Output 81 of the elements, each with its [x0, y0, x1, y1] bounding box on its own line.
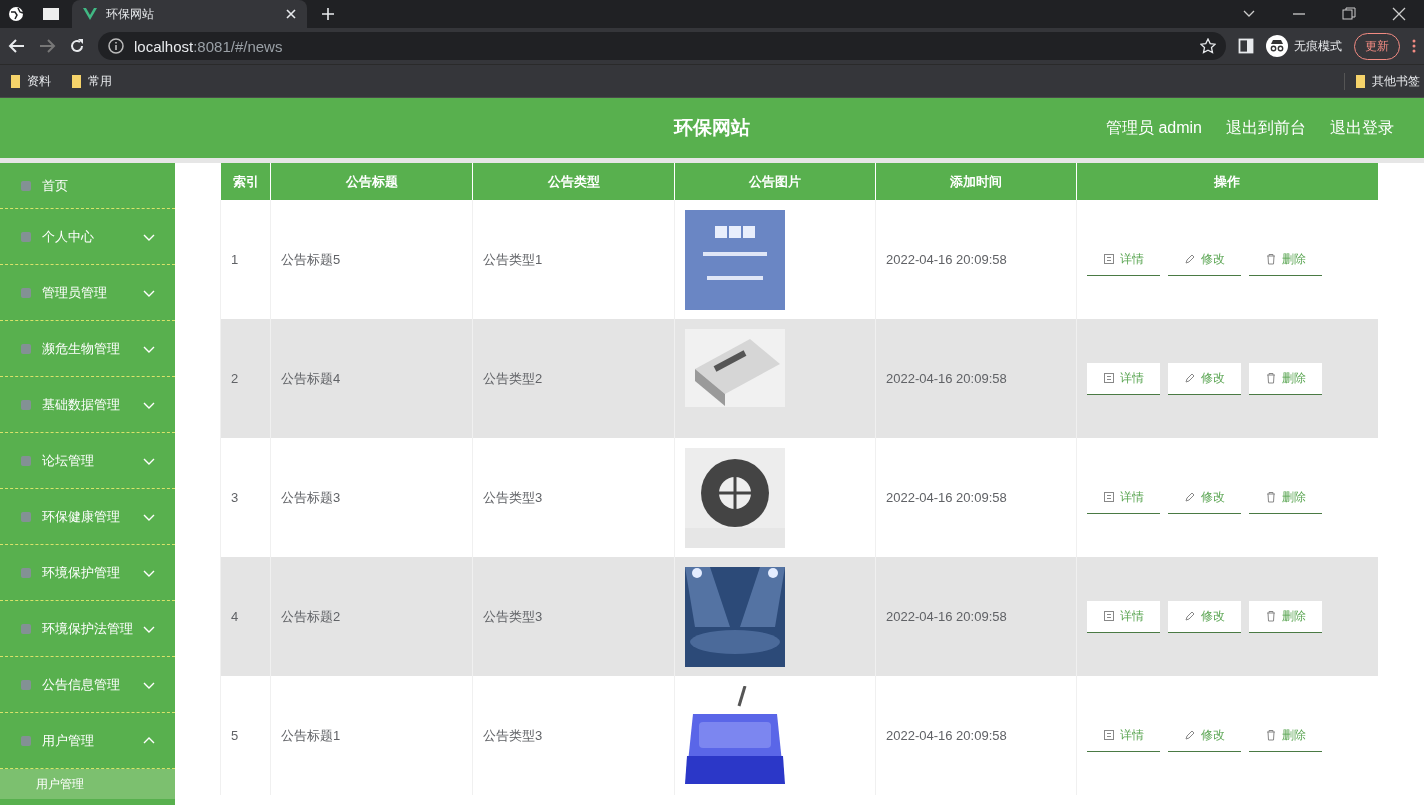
menu-icon	[20, 286, 32, 299]
document-icon	[1103, 729, 1115, 741]
close-icon[interactable]	[285, 8, 297, 20]
header-link[interactable]: 退出登录	[1330, 117, 1394, 139]
document-icon	[1103, 372, 1115, 384]
column-header: 索引	[220, 163, 271, 200]
menu-icon	[20, 622, 32, 635]
trash-icon	[1265, 491, 1277, 503]
v-logo-icon	[82, 6, 98, 22]
header-link[interactable]: 管理员 admin	[1105, 117, 1202, 139]
table-cell: 公告标题2	[270, 557, 473, 676]
table-cell: 2022-04-16 20:09:58	[875, 676, 1077, 795]
info-icon[interactable]	[108, 38, 124, 54]
folder-icon	[1355, 74, 1366, 88]
globe-icon[interactable]	[8, 6, 24, 22]
menu-icon	[20, 179, 32, 192]
star-icon[interactable]	[1200, 38, 1216, 54]
document-icon	[1103, 610, 1115, 622]
address-bar[interactable]: localhost:8081/#/news	[98, 32, 1226, 60]
table-cell: 2022-04-16 20:09:58	[875, 557, 1077, 676]
detail-button[interactable]: 详情	[1087, 362, 1160, 395]
forward-arrow-icon[interactable]	[38, 37, 56, 55]
menu-icon	[20, 230, 32, 243]
bookmark[interactable]: 常用	[71, 72, 112, 90]
back-arrow-icon[interactable]	[8, 37, 26, 55]
pen-icon	[1184, 372, 1196, 384]
restore-icon[interactable]	[1342, 7, 1356, 21]
column-header: 公告图片	[674, 163, 876, 200]
url-text: localhost:8081/#/news	[134, 37, 283, 55]
window-icon[interactable]	[42, 6, 60, 22]
column-header: 添加时间	[875, 163, 1077, 200]
trash-icon	[1265, 610, 1277, 622]
bookmark[interactable]: 资料	[10, 72, 51, 90]
trash-icon	[1265, 253, 1277, 265]
site-title: 环保网站	[674, 117, 750, 138]
more-icon[interactable]	[1412, 39, 1416, 53]
menu-icon	[20, 734, 32, 747]
pen-icon	[1184, 729, 1196, 741]
document-icon	[1103, 491, 1115, 503]
table-cell: 公告标题1	[270, 676, 473, 795]
table-cell: 5	[220, 676, 271, 795]
browser-tab[interactable]: 环保网站	[72, 0, 307, 28]
table-cell: 公告类型3	[472, 557, 675, 676]
column-header: 操作	[1076, 163, 1378, 200]
column-header: 公告类型	[472, 163, 675, 200]
pen-icon	[1184, 253, 1196, 265]
table-cell: 4	[220, 557, 271, 676]
reload-icon[interactable]	[68, 37, 86, 55]
table-cell: 公告类型3	[472, 676, 675, 795]
menu-icon	[20, 342, 32, 355]
table-cell: 2022-04-16 20:09:58	[875, 319, 1077, 438]
menu-icon	[20, 398, 32, 411]
detail-button[interactable]: 详情	[1087, 600, 1160, 633]
menu-icon	[20, 678, 32, 691]
menu-icon	[20, 510, 32, 523]
folder-icon	[10, 74, 21, 88]
edit-button[interactable]: 修改	[1168, 600, 1241, 633]
table-cell: 公告类型2	[472, 319, 675, 438]
document-icon	[1103, 253, 1115, 265]
column-header: 公告标题	[270, 163, 473, 200]
header-link[interactable]: 退出到前台	[1226, 117, 1306, 139]
pen-icon	[1184, 610, 1196, 622]
delete-button[interactable]: 删除	[1249, 362, 1322, 395]
bookmark[interactable]: 其他书签	[1344, 72, 1420, 90]
pen-icon	[1184, 491, 1196, 503]
menu-icon	[20, 566, 32, 579]
trash-icon	[1265, 729, 1277, 741]
close-icon[interactable]	[1392, 7, 1406, 21]
side-panel-icon[interactable]	[1238, 38, 1254, 54]
plus-icon[interactable]	[321, 7, 335, 21]
edit-button[interactable]: 修改	[1168, 362, 1241, 395]
folder-icon	[71, 74, 82, 88]
delete-button[interactable]: 删除	[1249, 600, 1322, 633]
table-cell: 公告标题4	[270, 319, 473, 438]
incognito-icon	[1266, 35, 1288, 57]
tab-title: 环保网站	[106, 5, 155, 23]
menu-icon	[20, 454, 32, 467]
submenu-item[interactable]: 用户管理	[0, 769, 175, 799]
incognito-label: 无痕模式	[1294, 37, 1342, 55]
trash-icon	[1265, 372, 1277, 384]
table-cell: 2	[220, 319, 271, 438]
